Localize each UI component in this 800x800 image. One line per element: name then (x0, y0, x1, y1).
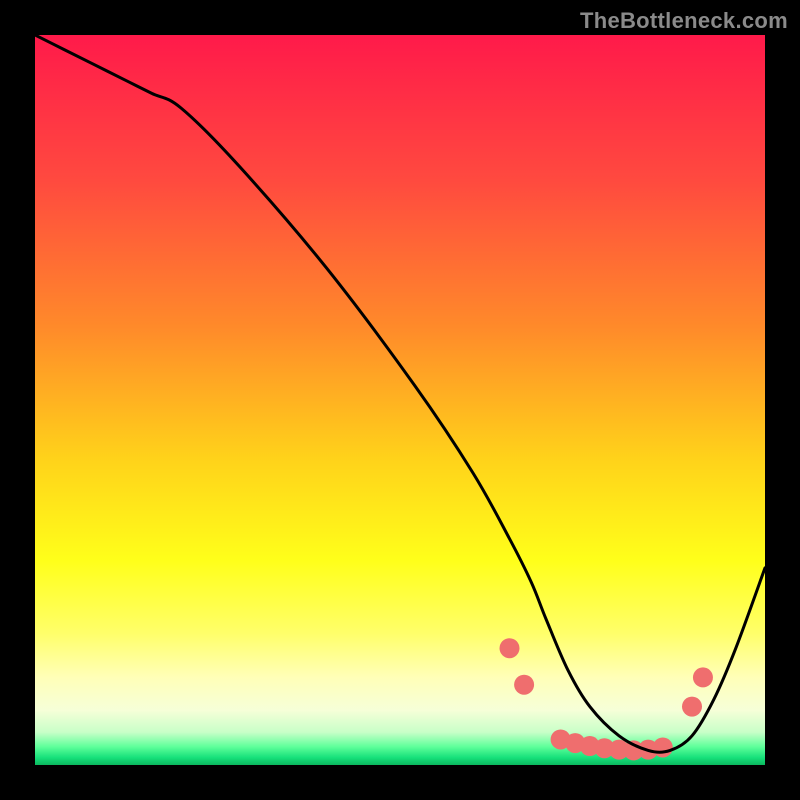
plot-area (35, 35, 765, 765)
attribution-label: TheBottleneck.com (580, 8, 788, 34)
chart-canvas (35, 35, 765, 765)
chart-frame: TheBottleneck.com (0, 0, 800, 800)
data-marker (653, 737, 673, 757)
data-marker (500, 638, 520, 658)
gradient-background (35, 35, 765, 765)
data-marker (682, 697, 702, 717)
data-marker (514, 675, 534, 695)
data-marker (693, 667, 713, 687)
